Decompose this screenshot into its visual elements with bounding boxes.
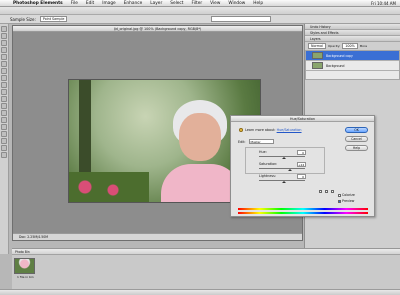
lightness-field[interactable]: 0 [297,174,306,179]
background-flowers [69,172,149,202]
menu-help[interactable]: Help [249,1,267,6]
menu-enhance[interactable]: Enhance [120,1,147,6]
opacity-label: Opacity: [327,43,341,48]
hue-control: Hue: 0 [259,150,311,159]
dialog-title: Hue/Saturation [231,116,374,122]
lightness-control: Lightness: 0 [259,174,311,183]
menu-edit[interactable]: Edit [82,1,98,6]
tool-label: Sample Size: [10,16,36,22]
foreground-color-icon[interactable] [1,152,7,158]
edit-row: Edit: Master [238,139,274,144]
toolbox [0,24,9,254]
layers-list: Background copy Background [305,50,400,80]
shortcut-bar [0,7,400,15]
photo-bin-status: 1 file in bin [17,275,34,279]
photo-bin-thumbnail[interactable] [14,258,35,274]
gradient-tool-icon[interactable] [1,110,7,116]
lightbulb-icon [239,128,243,132]
menu-extras: Fri 10:44 AM [371,1,400,6]
menu-select[interactable]: Select [166,1,187,6]
sample-size-select[interactable]: Point Sample [39,16,68,22]
menu-bar: Photoshop Elements File Edit Image Enhan… [0,0,400,7]
layer-thumbnail [312,62,323,69]
hue-slider-knob[interactable] [282,157,286,159]
text-tool-icon[interactable] [1,75,7,81]
edit-channel-select[interactable]: Master [248,139,274,144]
saturation-slider-track[interactable] [259,168,305,169]
options-bar: Sample Size: Point Sample [0,15,400,24]
magic-wand-tool-icon[interactable] [1,68,7,74]
layer-row[interactable]: Background [306,61,399,71]
lasso-tool-icon[interactable] [1,61,7,67]
preview-label: Preview [342,199,355,203]
hand-tool-icon[interactable] [1,40,7,46]
opacity-field[interactable]: 100% [342,42,358,49]
color-bar-bottom [238,212,368,214]
layer-thumbnail [312,52,323,59]
woman-portrait [161,100,241,202]
menu-filter[interactable]: Filter [187,1,206,6]
eyedropper-plus-icon[interactable] [325,190,328,193]
menu-window[interactable]: Window [224,1,249,6]
edit-label: Edit: [238,139,246,144]
eyedropper-icon[interactable] [319,190,322,193]
blend-mode-select[interactable]: Normal [308,42,326,49]
saturation-slider-knob[interactable] [288,169,292,171]
help-button[interactable]: Help [345,145,368,151]
face [179,113,221,161]
shape-tool-icon[interactable] [1,117,7,123]
learn-more-text: Learn more about: [245,128,276,132]
shirt [161,164,241,202]
more-button[interactable]: More [360,44,367,48]
colorize-label: Colorize [342,193,355,197]
lightness-label: Lightness: [259,174,276,178]
saturation-field[interactable]: +24 [297,162,306,167]
layer-controls: Normal Opacity: 100% More [305,42,400,49]
hue-label: Hue: [259,150,267,154]
layer-name: Background [326,63,345,68]
bottom-bar [0,289,400,295]
color-bar-top [238,208,368,210]
saturation-control: Saturation: +24 [259,162,311,171]
crop-tool-icon[interactable] [1,82,7,88]
colorize-checkbox[interactable] [338,193,341,197]
move-tool-icon[interactable] [1,26,7,32]
help-search-field[interactable] [211,16,272,22]
paint-bucket-tool-icon[interactable] [1,103,7,109]
preview-checkbox[interactable] [338,199,341,203]
marquee-tool-icon[interactable] [1,54,7,60]
menu-file[interactable]: File [67,1,82,6]
lightness-slider-knob[interactable] [282,181,286,183]
colorize-checkbox-row[interactable]: Colorize [338,193,355,197]
eyedropper-minus-icon[interactable] [331,190,334,193]
brush-tool-icon[interactable] [1,89,7,95]
zoom-tool-icon[interactable] [1,33,7,39]
clone-stamp-tool-icon[interactable] [1,138,7,144]
eyedropper-tool-icon[interactable] [1,47,7,53]
menu-image[interactable]: Image [98,1,119,6]
blur-tool-icon[interactable] [1,124,7,130]
photo-bin: Photo Bin 1 file in bin [12,248,400,295]
clock: Fri 10:44 AM [370,0,396,6]
app-menu[interactable]: Photoshop Elements [9,1,67,6]
learn-more-row: Learn more about: Hue/Saturation [239,128,302,132]
layer-name: Background copy [326,53,353,58]
learn-more-link[interactable]: Hue/Saturation [277,128,302,132]
photo-bin-title: Photo Bin [12,249,400,255]
hue-field[interactable]: 0 [297,150,306,155]
eraser-tool-icon[interactable] [1,96,7,102]
hue-saturation-dialog: Hue/Saturation Learn more about: Hue/Sat… [230,115,375,217]
preview-checkbox-row[interactable]: Preview [338,199,354,203]
menu-layer[interactable]: Layer [146,1,166,6]
sponge-tool-icon[interactable] [1,131,7,137]
menu-view[interactable]: View [206,1,224,6]
cancel-button[interactable]: Cancel [345,136,368,142]
saturation-label: Saturation: [259,162,278,166]
red-eye-tool-icon[interactable] [1,145,7,151]
document-status: Doc: 2.25M/4.50M [13,233,302,240]
layer-row[interactable]: Background copy [306,51,399,61]
ok-button[interactable]: OK [345,127,368,133]
